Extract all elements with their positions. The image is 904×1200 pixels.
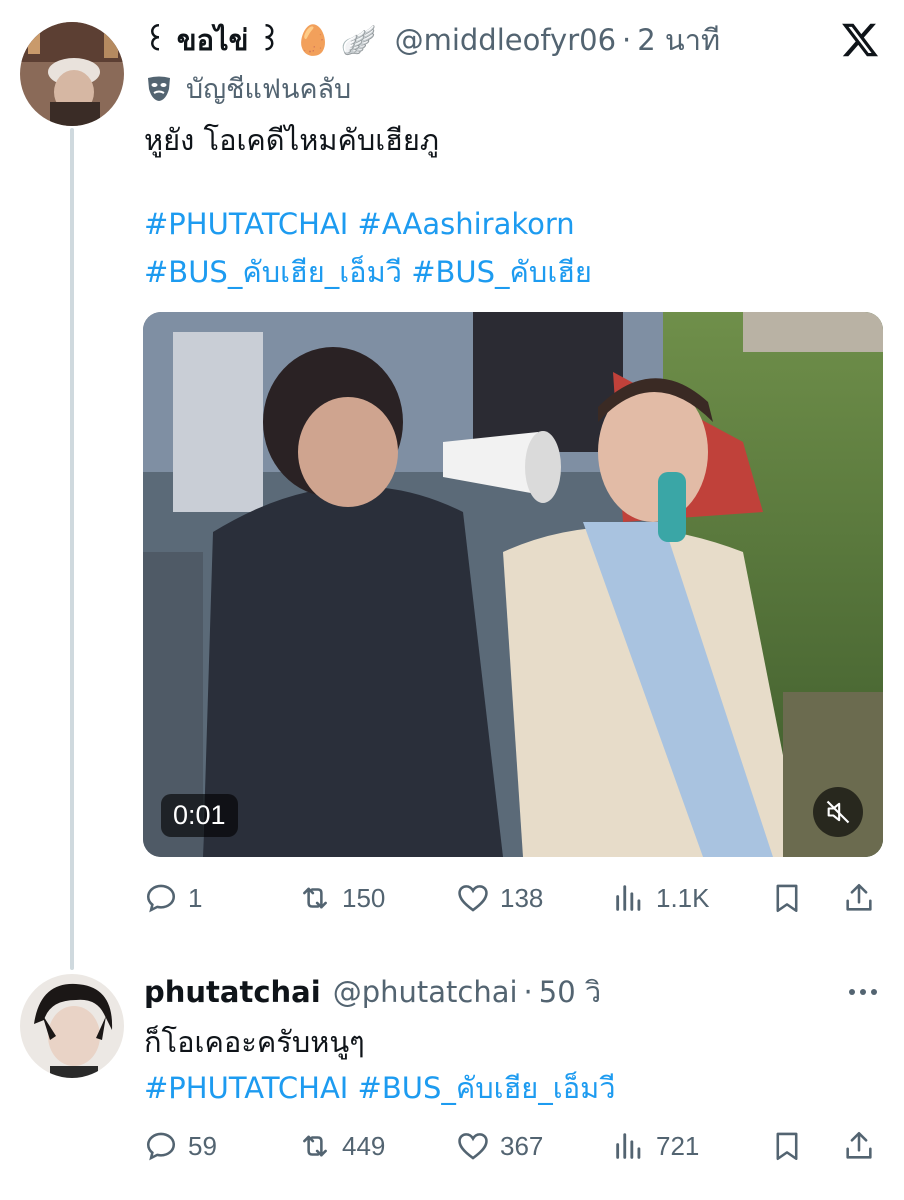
hashtag-line[interactable]: #BUS_คับเฮีย_เอ็มวี #BUS_คับเฮีย: [144, 248, 592, 296]
timestamp[interactable]: 50 วิ: [539, 969, 601, 1015]
heart-icon: [458, 1133, 488, 1160]
views-count: 721: [656, 1130, 700, 1161]
fanclub-label: บัญชีแฟนคลับ: [186, 73, 352, 105]
mute-button[interactable]: [813, 787, 863, 837]
repost-icon: [303, 887, 327, 909]
avatar[interactable]: [20, 22, 124, 126]
like-button[interactable]: 367: [456, 1122, 543, 1170]
views-button[interactable]: 1.1K: [612, 874, 710, 922]
bookmark-icon: [776, 884, 798, 913]
video-player[interactable]: 0:01: [143, 312, 883, 857]
reply-count: 59: [188, 1130, 217, 1161]
action-bar: 1 150 138 1.1K: [144, 874, 884, 922]
like-button[interactable]: 138: [456, 874, 543, 922]
repost-button[interactable]: 150: [298, 874, 385, 922]
video-frame: [143, 312, 883, 857]
timestamp[interactable]: 2 นาที: [637, 17, 720, 63]
reply-icon: [146, 884, 176, 913]
handle[interactable]: @phutatchai: [333, 975, 518, 1009]
reply-button[interactable]: 1: [144, 874, 202, 922]
share-button[interactable]: [842, 1122, 876, 1170]
reply-count: 1: [188, 882, 203, 913]
share-button[interactable]: [842, 874, 876, 922]
separator-dot: ·: [622, 23, 632, 57]
theater-mask-icon: [148, 76, 170, 101]
avatar[interactable]: [20, 974, 124, 1078]
tweet-header: phutatchai @phutatchai · 50 วิ: [144, 972, 601, 1012]
hashtag-line[interactable]: #PHUTATCHAI #AAashirakorn: [144, 200, 592, 248]
avatar-image: [20, 974, 124, 1078]
views-button[interactable]: 721: [612, 1122, 699, 1170]
bookmark-button[interactable]: [770, 1122, 804, 1170]
repost-button[interactable]: 449: [298, 1122, 385, 1170]
heart-icon: [458, 885, 488, 912]
like-count: 138: [500, 882, 544, 913]
views-chart-icon: [616, 885, 641, 911]
like-count: 367: [500, 1130, 544, 1161]
tweet-header: ꒰ ขอไข่ ꒱ 🥚 🪽 @middleofyr06 · 2 นาที: [144, 20, 720, 60]
more-options-icon[interactable]: [846, 980, 880, 1004]
hashtag-line[interactable]: #PHUTATCHAI #BUS_คับเฮีย_เอ็มวี: [144, 1064, 616, 1112]
speaker-muted-icon: [826, 800, 850, 824]
separator-dot: ·: [523, 975, 533, 1009]
action-bar: 59 449 367 721: [144, 1122, 884, 1170]
tweet-text: ก็โอเคอะครับหนูๆ: [144, 1025, 365, 1059]
repost-icon: [303, 1135, 327, 1157]
reply-icon: [146, 1132, 176, 1161]
fanclub-badge: บัญชีแฟนคลับ: [144, 68, 351, 108]
share-icon: [846, 883, 872, 911]
hashtags: #PHUTATCHAI #BUS_คับเฮีย_เอ็มวี: [144, 1064, 616, 1112]
bookmark-icon: [776, 1132, 798, 1161]
handle[interactable]: @middleofyr06: [395, 23, 616, 57]
name-emojis: 🥚 🪽: [295, 22, 377, 57]
repost-count: 150: [342, 882, 386, 913]
views-chart-icon: [616, 1133, 641, 1159]
views-count: 1.1K: [656, 882, 710, 913]
hashtags: #PHUTATCHAI #AAashirakorn #BUS_คับเฮีย_เ…: [144, 200, 592, 296]
display-name[interactable]: ꒰ ขอไข่ ꒱: [144, 17, 281, 63]
video-duration: 0:01: [161, 794, 238, 837]
reply-button[interactable]: 59: [144, 1122, 217, 1170]
tweet-text: หูยัง โอเคดีไหมคับเฮียภู: [144, 123, 439, 157]
repost-count: 449: [342, 1130, 386, 1161]
bookmark-button[interactable]: [770, 874, 804, 922]
thread-connector-line: [70, 128, 74, 970]
avatar-image: [20, 22, 124, 126]
share-icon: [846, 1131, 872, 1159]
x-logo-icon[interactable]: [840, 20, 880, 60]
display-name[interactable]: phutatchai: [144, 975, 321, 1009]
